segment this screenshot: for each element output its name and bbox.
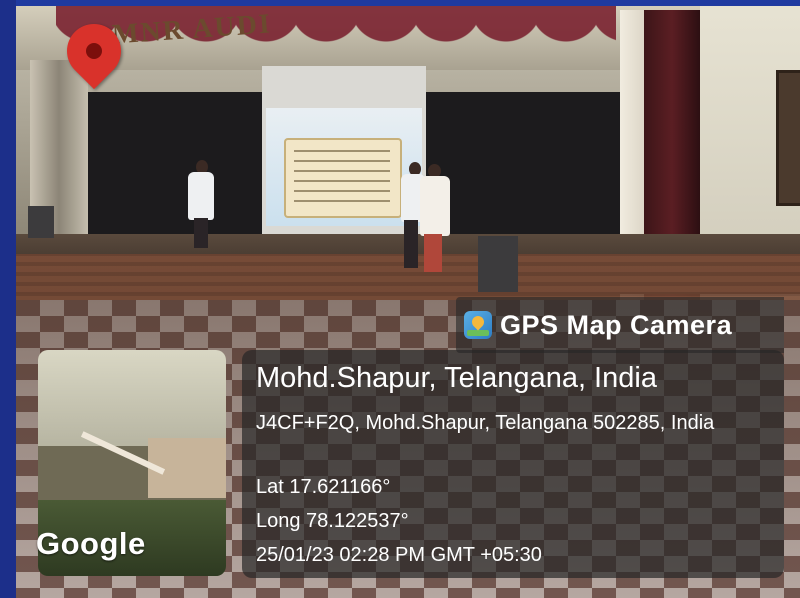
photo-border-top xyxy=(16,0,800,6)
location-title: Mohd.Shapur, Telangana, India xyxy=(256,362,657,394)
brand-label: GPS Map Camera xyxy=(500,309,733,340)
podium-speaker xyxy=(478,236,518,292)
latitude: Lat 17.621166° xyxy=(256,476,391,498)
person-right xyxy=(420,176,450,236)
map-terrain xyxy=(38,350,226,446)
gps-map-camera-icon xyxy=(464,311,492,339)
speaker-left xyxy=(28,206,54,238)
person-legs xyxy=(194,218,208,248)
wall-frame xyxy=(776,70,800,206)
timestamp: 25/01/23 02:28 PM GMT +05:30 xyxy=(256,544,542,566)
scroll-text-line xyxy=(294,180,390,182)
person-legs xyxy=(404,220,418,268)
gps-camera-brand: GPS Map Camera xyxy=(456,297,784,353)
longitude: Long 78.122537° xyxy=(256,510,409,532)
map-pin-center xyxy=(86,43,102,59)
person-left xyxy=(188,172,214,220)
location-address: J4CF+F2Q, Mohd.Shapur, Telangana 502285,… xyxy=(256,412,715,434)
google-logo: Google xyxy=(36,526,146,561)
person-legs xyxy=(424,234,442,272)
photo-border-left xyxy=(0,0,16,598)
scroll-text-line xyxy=(294,200,390,202)
scroll-text-line xyxy=(294,170,390,172)
scroll-text-line xyxy=(294,160,390,162)
scroll-text-line xyxy=(294,190,390,192)
scroll-text-line xyxy=(294,150,390,152)
